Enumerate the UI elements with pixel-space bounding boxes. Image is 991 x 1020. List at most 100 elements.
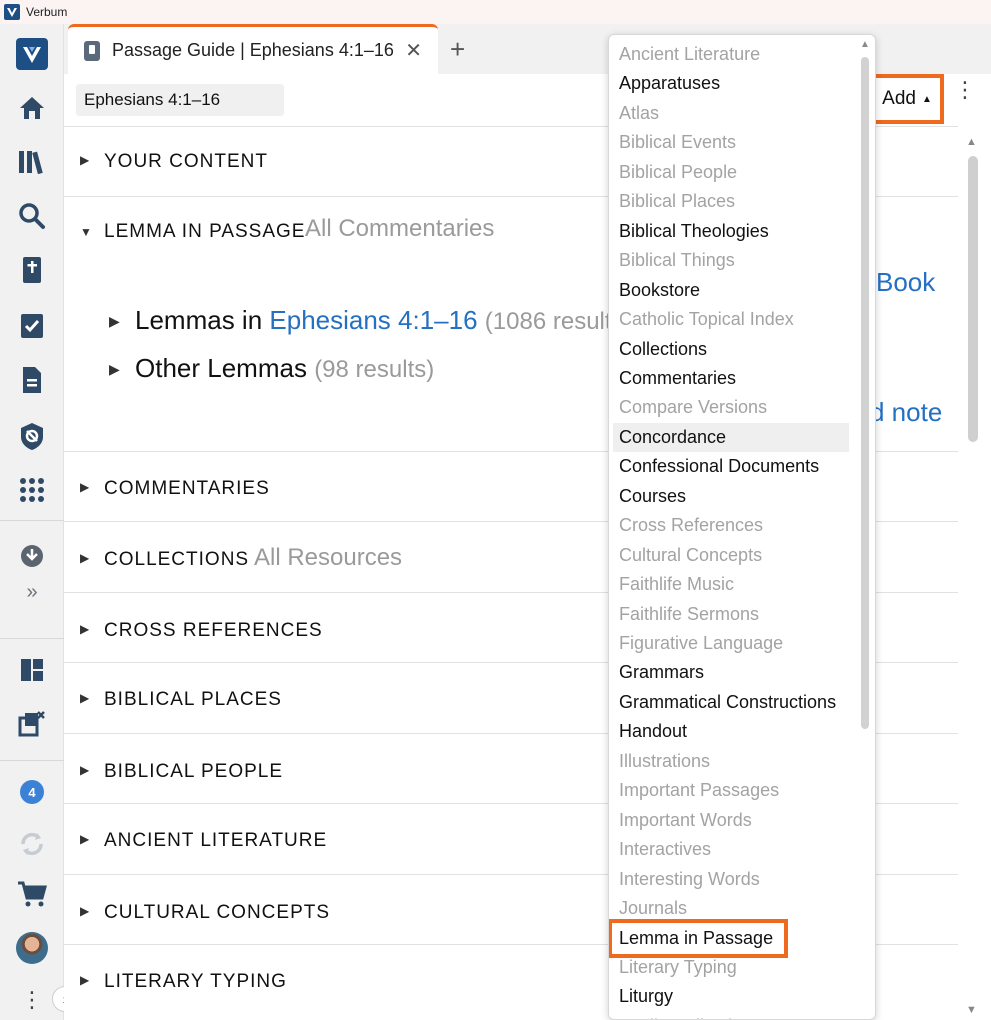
section-subtitle[interactable]: All Commentaries xyxy=(305,215,494,243)
passage-guide-icon xyxy=(84,40,100,61)
menu-item-faithlife-sermons: Faithlife Sermons xyxy=(619,604,760,624)
bible-icon[interactable] xyxy=(16,254,48,286)
book-link[interactable]: Book xyxy=(876,267,935,298)
section-title: COLLECTIONS xyxy=(104,549,250,570)
search-icon[interactable] xyxy=(16,200,48,232)
close-tab-icon[interactable]: ✕ xyxy=(405,38,422,63)
passage-link[interactable]: Ephesians 4:1–16 xyxy=(269,305,477,335)
menu-item-apparatuses[interactable]: Apparatuses xyxy=(619,69,720,97)
home-icon[interactable] xyxy=(16,92,48,124)
caret-up-icon: ▲ xyxy=(921,93,932,105)
section-title: YOUR CONTENT xyxy=(104,151,268,172)
menu-item-bookstore[interactable]: Bookstore xyxy=(619,276,700,304)
expand-arrow-icon[interactable]: ▶ xyxy=(80,763,89,777)
reference-input[interactable]: Ephesians 4:1–16 xyxy=(76,84,284,116)
scroll-down-icon[interactable]: ▼ xyxy=(966,1004,977,1016)
note-link[interactable]: d note xyxy=(870,397,942,428)
menu-scroll-up-icon[interactable]: ▲ xyxy=(860,39,870,50)
lemmas-in-passage-row[interactable]: Lemmas in Ephesians 4:1–16 (1086 results… xyxy=(135,305,632,336)
section-title: LITERARY TYPING xyxy=(104,971,287,992)
section-title: BIBLICAL PLACES xyxy=(104,689,282,710)
library-icon[interactable] xyxy=(16,146,48,178)
menu-item-interesting-words: Interesting Words xyxy=(619,869,760,889)
layouts-icon[interactable] xyxy=(16,654,48,686)
panel-scrollbar[interactable] xyxy=(968,156,978,442)
menu-item-figurative-language: Figurative Language xyxy=(619,633,784,653)
expand-arrow-icon[interactable]: ▶ xyxy=(80,551,89,565)
section-title: CROSS REFERENCES xyxy=(104,620,323,641)
expand-arrow-icon[interactable]: ▶ xyxy=(80,904,89,918)
section-subtitle[interactable]: All Resources xyxy=(254,544,402,572)
menu-item-biblical-things: Biblical Things xyxy=(619,250,735,270)
menu-item-atlas: Atlas xyxy=(619,103,660,123)
tab-passage-guide[interactable]: Passage Guide | Ephesians 4:1–16 ✕ xyxy=(68,24,438,74)
menu-scrollbar[interactable] xyxy=(861,57,869,729)
section-title: ANCIENT LITERATURE xyxy=(104,830,328,851)
menu-item-grammatical-constructions[interactable]: Grammatical Constructions xyxy=(619,688,836,716)
row-label: Lemmas in xyxy=(135,305,270,335)
menu-item-concordance[interactable]: Concordance xyxy=(619,423,726,451)
left-rail: » 4 ⋮ xyxy=(0,24,64,1020)
window-titlebar: Verbum xyxy=(0,0,991,24)
other-lemmas-row[interactable]: Other Lemmas (98 results) xyxy=(135,353,434,384)
tab-title: Passage Guide | Ephesians 4:1–16 xyxy=(112,40,394,60)
section-title: COMMENTARIES xyxy=(104,478,270,499)
menu-item-biblical-theologies[interactable]: Biblical Theologies xyxy=(619,217,769,245)
shield-icon[interactable] xyxy=(16,420,48,452)
menu-item-commentaries[interactable]: Commentaries xyxy=(619,364,736,392)
menu-item-important-words: Important Words xyxy=(619,810,752,830)
expand-arrow-icon[interactable]: ▶ xyxy=(80,622,89,636)
scroll-up-icon[interactable]: ▲ xyxy=(966,136,977,148)
close-panels-icon[interactable] xyxy=(16,708,48,740)
more-options-icon[interactable]: ⋮ xyxy=(16,984,48,1016)
menu-item-catholic-topical-index: Catholic Topical Index xyxy=(619,309,794,329)
menu-item-biblical-places: Biblical Places xyxy=(619,191,736,211)
verbum-logo-icon[interactable] xyxy=(16,38,48,70)
menu-item-important-passages: Important Passages xyxy=(619,780,780,800)
avatar xyxy=(16,932,48,964)
menu-item-collections[interactable]: Collections xyxy=(619,335,707,363)
user-avatar[interactable] xyxy=(16,932,48,964)
menu-item-grammars[interactable]: Grammars xyxy=(619,658,704,686)
section-title: BIBLICAL PEOPLE xyxy=(104,761,284,782)
add-dropdown-menu: ▲ Ancient Literature Apparatuses Atlas Bibl… xyxy=(608,34,876,1020)
expand-arrow-icon[interactable]: ▶ xyxy=(109,361,120,378)
menu-item-compare-versions: Compare Versions xyxy=(619,397,768,417)
menu-item-biblical-people: Biblical People xyxy=(619,162,738,182)
menu-item-cultural-concepts: Cultural Concepts xyxy=(619,545,763,565)
menu-item-journals: Journals xyxy=(619,898,688,918)
expand-arrow-icon[interactable]: ▶ xyxy=(80,832,89,846)
menu-item-cross-references: Cross References xyxy=(619,515,764,535)
panel-menu-icon[interactable]: ⋮ xyxy=(954,79,976,101)
menu-item-handout[interactable]: Handout xyxy=(619,717,687,745)
expand-arrow-icon[interactable]: ▶ xyxy=(80,691,89,705)
download-icon[interactable] xyxy=(16,540,48,572)
menu-item-faithlife-music: Faithlife Music xyxy=(619,574,735,594)
menu-item-media-collections: Media Collections xyxy=(619,1012,761,1019)
apps-grid-icon[interactable] xyxy=(16,474,48,506)
menu-item-liturgy[interactable]: Liturgy xyxy=(619,982,673,1010)
expand-arrow-icon[interactable]: ▶ xyxy=(80,153,89,167)
add-button[interactable]: Add ▲ xyxy=(870,74,944,124)
checklist-icon[interactable] xyxy=(16,310,48,342)
collapse-arrow-icon[interactable]: ▼ xyxy=(80,225,92,239)
app-logo-icon xyxy=(4,4,20,20)
menu-item-courses[interactable]: Courses xyxy=(619,482,686,510)
row-label: Other Lemmas xyxy=(135,353,307,383)
section-title: LEMMA IN PASSAGE xyxy=(104,221,306,242)
sync-icon[interactable] xyxy=(16,828,48,860)
menu-item-confessional-documents[interactable]: Confessional Documents xyxy=(619,452,819,480)
result-count: (98 results) xyxy=(314,356,435,383)
menu-item-literary-typing: Literary Typing xyxy=(619,957,737,977)
cart-icon[interactable] xyxy=(16,878,48,910)
document-icon[interactable] xyxy=(16,364,48,396)
menu-item-interactives: Interactives xyxy=(619,839,712,859)
expand-arrow-icon[interactable]: ▶ xyxy=(109,313,120,330)
expand-arrow-icon[interactable]: ▶ xyxy=(80,480,89,494)
section-title: CULTURAL CONCEPTS xyxy=(104,902,331,923)
notifications-badge[interactable]: 4 xyxy=(16,776,48,808)
expand-arrow-icon[interactable]: ▶ xyxy=(80,973,89,987)
menu-item-illustrations: Illustrations xyxy=(619,751,711,771)
expand-rail-icon[interactable]: » xyxy=(16,576,48,608)
add-tab-button[interactable]: + xyxy=(450,34,465,65)
